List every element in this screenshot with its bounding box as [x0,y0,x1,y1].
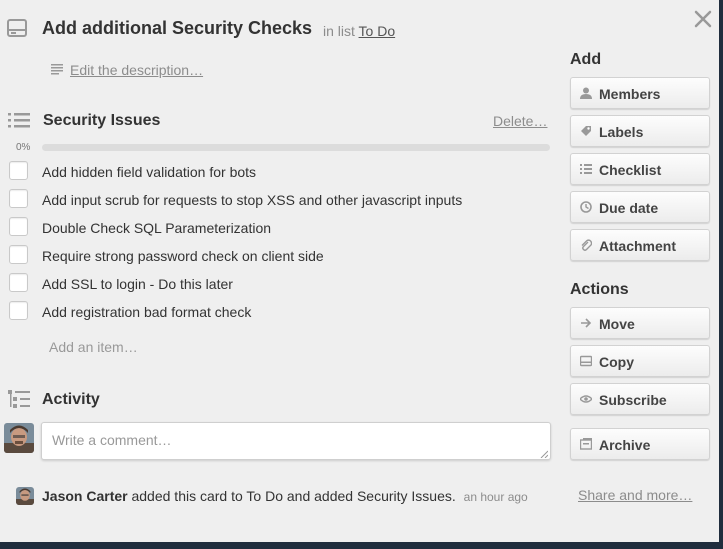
resize-grip-icon[interactable] [540,450,548,458]
card-icon [580,355,592,367]
activity-text: added this card to To Do and added Secur… [131,488,456,504]
eye-icon [580,395,592,403]
activity-user[interactable]: Jason Carter [42,488,128,504]
card-detail-window: Add additional Security Checks in list T… [0,0,723,549]
activity-title: Activity [42,391,100,408]
checklist-item-checkbox[interactable] [9,273,28,292]
members-button[interactable]: Members [570,77,710,109]
list-link[interactable]: To Do [359,23,396,39]
move-button[interactable]: Move [570,307,710,339]
checklist-item-text[interactable]: Add hidden field validation for bots [42,164,256,180]
checklist-item-text[interactable]: Double Check SQL Parameterization [42,220,271,236]
checklist-delete-link[interactable]: Delete… [493,113,547,129]
checklist-progress-percent: 0% [16,142,31,153]
activity-time[interactable]: an hour ago [464,490,528,504]
checklist-item-checkbox[interactable] [9,301,28,320]
button-label: Move [599,316,635,332]
button-label: Members [599,86,661,102]
due-date-button[interactable]: Due date [570,191,710,223]
edit-description-link[interactable]: Edit the description… [70,62,203,78]
checklist-item-checkbox[interactable] [9,217,28,236]
paperclip-icon [581,239,592,251]
add-checklist-item[interactable]: Add an item… [49,339,138,355]
button-label: Archive [599,437,651,453]
checklist-item: Add input scrub for requests to stop XSS… [9,186,549,214]
arrow-right-icon [581,318,592,328]
clock-icon [580,201,592,213]
in-list-prefix: in list [323,23,355,39]
checklist-item-text[interactable]: Add input scrub for requests to stop XSS… [42,192,462,208]
sidebar-add-heading: Add [570,51,602,68]
archive-button[interactable]: Archive [570,428,710,460]
share-and-more-link[interactable]: Share and more… [578,487,692,503]
checklist-item-checkbox[interactable] [9,245,28,264]
labels-button[interactable]: Labels [570,115,710,147]
user-avatar[interactable] [4,423,34,453]
activity-entry: Jason Carter added this card to To Do an… [42,488,528,504]
activity-avatar[interactable] [16,487,34,505]
card-icon [7,19,27,37]
button-label: Checklist [599,162,662,178]
subscribe-button[interactable]: Subscribe [570,383,710,415]
activity-icon [8,390,30,408]
button-label: Subscribe [599,392,667,408]
checklist-item-text[interactable]: Require strong password check on client … [42,248,324,264]
checklist-progress-bar [42,144,550,151]
close-icon[interactable] [694,10,712,28]
checklist-item-text[interactable]: Add registration bad format check [42,304,251,320]
copy-button[interactable]: Copy [570,345,710,377]
checklist-items: Add hidden field validation for bots Add … [9,158,549,326]
button-label: Copy [599,354,634,370]
checklist-item: Require strong password check on client … [9,242,549,270]
button-label: Labels [599,124,644,140]
checklist-item: Add registration bad format check [9,298,549,326]
checklist-item-text[interactable]: Add SSL to login - Do this later [42,276,233,292]
checklist-icon [8,113,30,128]
sidebar-actions-heading: Actions [570,281,629,298]
checklist-item-checkbox[interactable] [9,189,28,208]
checklist-item: Add SSL to login - Do this later [9,270,549,298]
archive-icon [580,438,592,450]
checklist-icon [580,164,592,174]
checklist-item: Double Check SQL Parameterization [9,214,549,242]
checklist-title[interactable]: Security Issues [43,112,160,130]
tag-icon [581,126,591,136]
card-list-info: in list To Do [323,23,395,39]
description-icon [51,64,63,75]
checklist-button[interactable]: Checklist [570,153,710,185]
card-title[interactable]: Add additional Security Checks [42,18,312,39]
checklist-item-checkbox[interactable] [9,161,28,180]
checklist-item: Add hidden field validation for bots [9,158,549,186]
comment-input[interactable] [41,422,551,460]
attachment-button[interactable]: Attachment [570,229,710,261]
button-label: Attachment [599,238,677,254]
button-label: Due date [599,200,659,216]
person-icon [580,87,592,99]
